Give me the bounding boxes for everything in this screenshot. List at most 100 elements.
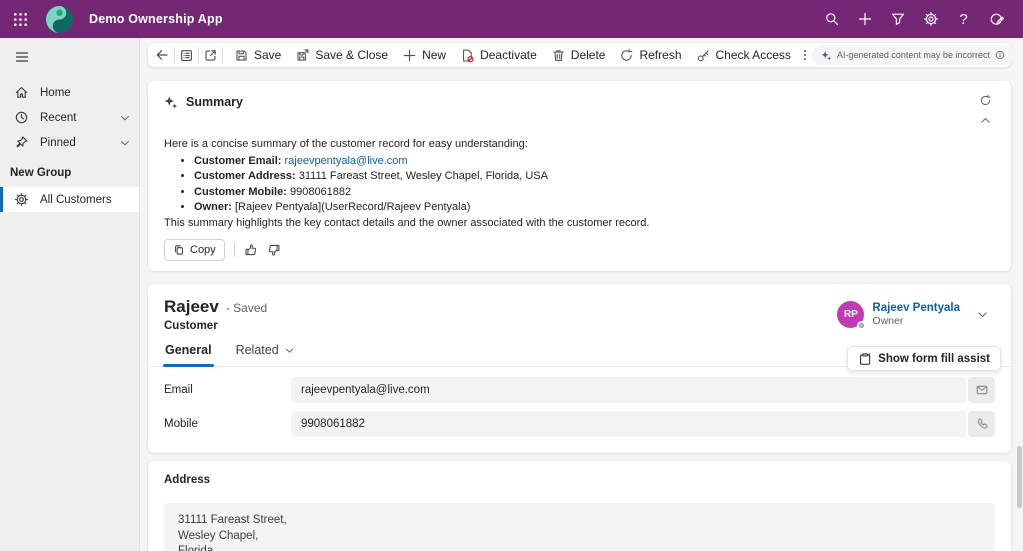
sidebar-item-home[interactable]: Home [0,80,139,105]
summary-card: Summary Here is a concise summary of the… [148,81,1011,271]
waffle-icon[interactable] [0,0,40,38]
app-title: Demo Ownership App [89,12,223,26]
phone-icon[interactable] [968,411,995,437]
more-vertical-icon[interactable] [798,44,812,67]
delete-button[interactable]: Delete [544,44,613,67]
main-content: Save Save & Close New [140,38,1023,551]
sidebar-item-label: Recent [40,112,76,124]
owner-role-label: Owner [872,315,960,327]
new-button[interactable]: New [395,44,453,67]
summary-bullet-list: Customer Email: rajeevpentyala@live.com … [164,154,995,215]
gear-icon[interactable] [914,0,947,38]
popout-icon[interactable] [203,44,218,67]
summary-bullet: Customer Mobile: 9908061882 [194,185,995,200]
email-field[interactable]: rajeevpentyala@live.com [291,377,966,403]
owner-field[interactable]: RP Rajeev Pentyala Owner [837,297,989,332]
thumbs-up-icon[interactable] [244,243,258,257]
sparkle-icon [164,95,178,109]
summary-bullet: Owner: [Rajeev Pentyala](UserRecord/Raje… [194,200,995,215]
sidebar-item-label: Home [40,87,71,99]
gear-icon [14,192,29,207]
mail-icon[interactable] [968,377,995,403]
header-actions: ? [815,0,1023,38]
email-link[interactable]: rajeevpentyala@live.com [284,155,407,167]
key-icon [696,48,711,63]
refresh-icon [619,48,634,63]
address-card: Address 31111 Fareast Street, Wesley Cha… [148,461,1011,551]
owner-name-link[interactable]: Rajeev Pentyala [872,302,960,315]
ai-disclaimer-text: AI-generated content may be incorrect [837,50,990,60]
address-line: Wesley Chapel, [178,529,981,545]
sidebar-item-label: All Customers [40,194,112,206]
record-card: Rajeev - Saved Customer RP Rajeev Pentya… [148,284,1011,453]
show-form-fill-assist-button[interactable]: Show form fill assist [847,346,1001,371]
app-header: Demo Ownership App ? [0,0,1023,38]
field-label: Email [164,384,291,396]
help-icon[interactable]: ? [947,0,980,38]
hamburger-icon[interactable] [0,42,34,72]
save-close-icon [295,48,310,63]
save-icon [234,48,249,63]
copy-icon [173,244,185,256]
sidebar-item-pinned[interactable]: Pinned [0,130,139,155]
thumbs-down-icon[interactable] [267,243,281,257]
save-button[interactable]: Save [227,44,288,67]
back-button[interactable] [154,44,170,67]
address-field[interactable]: 31111 Fareast Street, Wesley Chapel, Flo… [164,503,995,551]
divider [234,243,235,257]
field-label: Mobile [164,418,291,430]
plus-icon[interactable] [848,0,881,38]
chevron-down-icon [284,345,295,356]
record-status: - Saved [226,301,267,315]
deactivate-button[interactable]: Deactivate [453,44,544,67]
home-icon [14,85,29,100]
sidebar: Home Recent Pinned New Grou [0,38,140,551]
summary-bullet: Customer Email: rajeevpentyala@live.com [194,154,995,169]
collapse-summary-icon[interactable] [975,112,995,128]
mobile-field[interactable]: 9908061882 [291,411,966,437]
summary-outro: This summary highlights the key contact … [164,216,995,231]
divider [198,47,199,63]
record-entity: Customer [164,320,267,332]
save-and-close-button[interactable]: Save & Close [288,44,395,67]
clipboard-sparkle-icon [858,352,872,366]
refresh-summary-icon[interactable] [975,92,995,108]
deactivate-icon [460,48,475,63]
sidebar-group-label: New Group [0,155,139,187]
show-as-icon[interactable] [179,44,194,67]
field-section: Email rajeevpentyala@live.com Mobile 990… [148,367,1011,453]
pin-icon [14,135,29,150]
summary-intro: Here is a concise summary of the custome… [164,137,995,152]
address-section-title: Address [164,474,995,486]
address-line: Florida, [178,544,981,551]
ai-disclaimer: AI-generated content may be incorrect [812,45,1014,65]
command-bar: Save Save & Close New [148,43,1011,67]
field-row-email: Email rajeevpentyala@live.com [164,373,995,407]
sidebar-item-recent[interactable]: Recent [0,105,139,130]
feedback-icon[interactable] [980,0,1013,38]
chevron-down-icon[interactable] [119,137,131,149]
delete-icon [551,48,566,63]
presence-badge [857,321,866,330]
chevron-down-icon[interactable] [119,112,131,124]
new-plus-icon [402,48,417,63]
check-access-button[interactable]: Check Access [689,44,798,67]
avatar: RP [837,301,864,328]
sidebar-item-all-customers[interactable]: All Customers [0,187,139,212]
record-name: Rajeev [164,297,219,317]
app-window: Demo Ownership App ? [0,0,1023,551]
sparkle-icon [821,50,832,61]
info-icon[interactable] [995,50,1005,60]
refresh-button[interactable]: Refresh [612,44,688,67]
divider [174,47,175,63]
scrollbar-thumb[interactable] [1017,446,1022,508]
filter-icon[interactable] [881,0,914,38]
clock-icon [14,110,29,125]
divider [222,47,223,63]
summary-bullet: Customer Address: 31111 Fareast Street, … [194,169,995,184]
tab-related[interactable]: Related [236,343,295,366]
copy-button[interactable]: Copy [164,239,225,261]
tab-general[interactable]: General [165,343,212,366]
search-icon[interactable] [815,0,848,38]
chevron-down-icon[interactable] [976,308,989,321]
